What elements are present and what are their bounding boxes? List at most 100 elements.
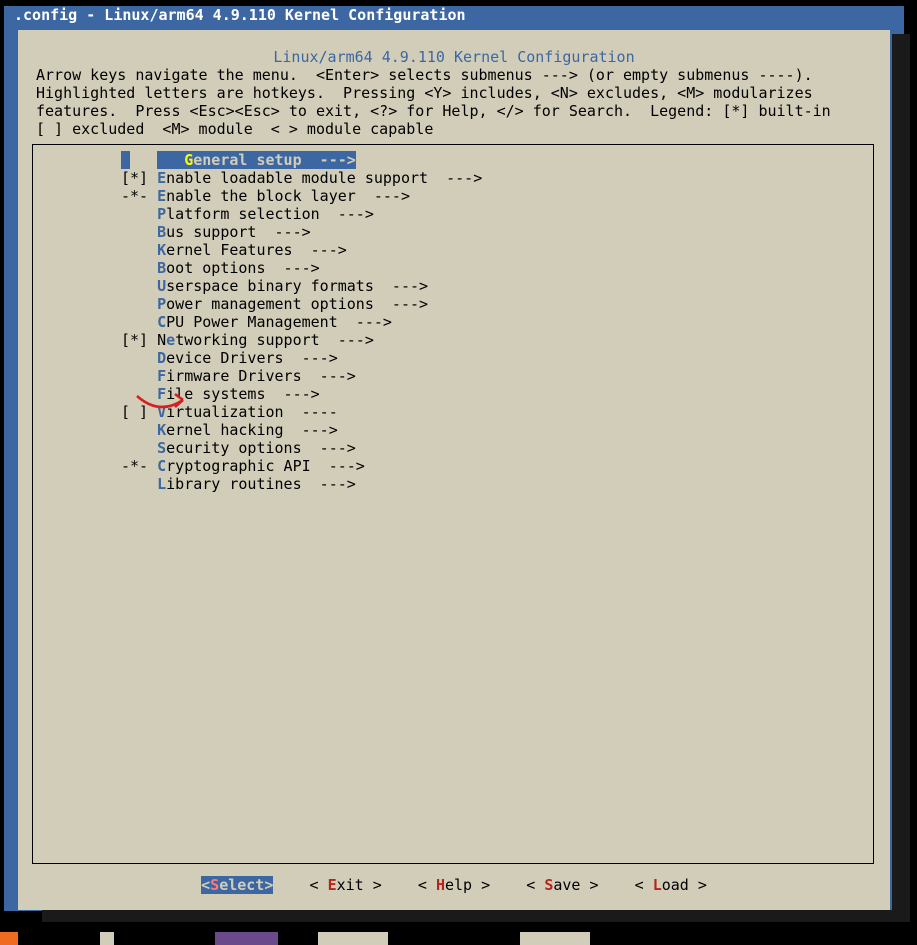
hotkey-letter: E — [157, 169, 166, 187]
item-prefix — [121, 277, 157, 295]
item-label: Cryptographic API ---> — [157, 457, 365, 475]
item-label: Networking support ---> — [157, 331, 374, 349]
item-prefix — [121, 295, 157, 313]
menu-item[interactable]: Device Drivers ---> — [121, 349, 482, 367]
menu-item[interactable]: Kernel Features ---> — [121, 241, 482, 259]
item-label: CPU Power Management ---> — [157, 313, 392, 331]
hotkey-letter: U — [157, 277, 166, 295]
taskbar-segment — [520, 932, 590, 945]
item-label: Platform selection ---> — [157, 205, 374, 223]
item-prefix — [121, 349, 157, 367]
hotkey-letter: B — [157, 223, 166, 241]
save-button[interactable]: < Save > — [526, 876, 598, 894]
item-label: Bus support ---> — [157, 223, 311, 241]
hotkey-letter: P — [157, 295, 166, 313]
item-prefix — [121, 367, 157, 385]
menu-list[interactable]: General setup --->[*] Enable loadable mo… — [121, 151, 482, 493]
hotkey-letter: S — [157, 439, 166, 457]
item-prefix — [121, 259, 157, 277]
menu-box: General setup --->[*] Enable loadable mo… — [32, 144, 874, 864]
menu-item[interactable]: Kernel hacking ---> — [121, 421, 482, 439]
item-prefix — [121, 475, 157, 493]
help-l4: [ ] excluded <M> module < > module capab… — [36, 120, 433, 138]
item-label: Enable the block layer ---> — [157, 187, 410, 205]
menu-item[interactable]: Security options ---> — [121, 439, 482, 457]
window-title: .config - Linux/arm64 4.9.110 Kernel Con… — [4, 6, 914, 26]
exit-button[interactable]: < Exit > — [310, 876, 382, 894]
item-label: Userspace binary formats ---> — [157, 277, 428, 295]
menu-item[interactable]: General setup ---> — [121, 151, 482, 169]
menu-item[interactable]: Power management options ---> — [121, 295, 482, 313]
item-label: Firmware Drivers ---> — [157, 367, 356, 385]
menu-item[interactable]: -*- Enable the block layer ---> — [121, 187, 482, 205]
menu-item[interactable]: File systems ---> — [121, 385, 482, 403]
menu-item[interactable]: [*] Networking support ---> — [121, 331, 482, 349]
item-prefix — [121, 241, 157, 259]
hotkey-letter: C — [157, 457, 166, 475]
taskbar-segment — [100, 932, 114, 945]
item-prefix — [121, 385, 157, 403]
menu-item[interactable]: Firmware Drivers ---> — [121, 367, 482, 385]
shadow — [892, 34, 910, 922]
help-text: Arrow keys navigate the menu. <Enter> se… — [36, 66, 876, 138]
shadow — [42, 910, 910, 922]
item-label: Kernel hacking ---> — [157, 421, 338, 439]
hotkey-letter: K — [157, 421, 166, 439]
item-prefix — [121, 421, 157, 439]
hotkey-letter: G — [184, 151, 193, 169]
menuconfig-panel: Linux/arm64 4.9.110 Kernel Configuration… — [18, 30, 890, 910]
item-label: File systems ---> — [157, 385, 320, 403]
hotkey-letter: C — [157, 313, 166, 331]
item-label: Kernel Features ---> — [157, 241, 347, 259]
item-prefix: [ ] — [121, 403, 157, 421]
hotkey-letter: P — [157, 205, 166, 223]
menu-item[interactable]: -*- Cryptographic API ---> — [121, 457, 482, 475]
help-l3: features. Press <Esc><Esc> to exit, <?> … — [36, 102, 831, 120]
taskbar-segment — [0, 932, 18, 945]
hotkey-letter: E — [157, 187, 166, 205]
hotkey-letter: D — [157, 349, 166, 367]
taskbar — [0, 932, 917, 945]
item-prefix: [*] — [121, 331, 157, 349]
item-label: Power management options ---> — [157, 295, 428, 313]
item-label: Boot options ---> — [157, 259, 320, 277]
terminal-window: .config - Linux/arm64 4.9.110 Kernel Con… — [4, 6, 904, 911]
item-label: Device Drivers ---> — [157, 349, 338, 367]
button-bar: <Select> < Exit > < Help > < Save > < Lo… — [18, 876, 890, 894]
hotkey-letter: F — [157, 385, 166, 403]
hotkey-letter: B — [157, 259, 166, 277]
hotkey-letter: L — [157, 475, 166, 493]
panel-title: Linux/arm64 4.9.110 Kernel Configuration — [18, 48, 890, 66]
item-prefix: -*- — [121, 457, 157, 475]
item-label: Enable loadable module support ---> — [157, 169, 482, 187]
menu-item[interactable]: [ ] Virtualization ---- — [121, 403, 482, 421]
item-label: Security options ---> — [157, 439, 356, 457]
hotkey-letter: F — [157, 367, 166, 385]
taskbar-segment — [318, 932, 388, 945]
help-l2: Highlighted letters are hotkeys. Pressin… — [36, 84, 813, 102]
item-label: Virtualization ---- — [157, 403, 338, 421]
menu-item[interactable]: [*] Enable loadable module support ---> — [121, 169, 482, 187]
taskbar-segment — [215, 932, 278, 945]
hotkey-letter: K — [157, 241, 166, 259]
selection-marker — [121, 151, 130, 169]
menu-item[interactable]: CPU Power Management ---> — [121, 313, 482, 331]
item-prefix — [121, 313, 157, 331]
help-l1: Arrow keys navigate the menu. <Enter> se… — [36, 66, 813, 84]
item-label: Library routines ---> — [157, 475, 356, 493]
load-button[interactable]: < Load > — [635, 876, 707, 894]
select-button[interactable]: <Select> — [201, 876, 273, 894]
help-button[interactable]: < Help > — [418, 876, 490, 894]
item-prefix — [121, 439, 157, 457]
hotkey-letter: e — [166, 331, 175, 349]
menu-item[interactable]: Boot options ---> — [121, 259, 482, 277]
item-prefix: -*- — [121, 187, 157, 205]
item-label: General setup ---> — [157, 151, 356, 169]
menu-item[interactable]: Library routines ---> — [121, 475, 482, 493]
item-prefix — [121, 223, 157, 241]
item-prefix: [*] — [121, 169, 157, 187]
menu-item[interactable]: Bus support ---> — [121, 223, 482, 241]
menu-item[interactable]: Userspace binary formats ---> — [121, 277, 482, 295]
menu-item[interactable]: Platform selection ---> — [121, 205, 482, 223]
hotkey-letter: V — [157, 403, 166, 421]
